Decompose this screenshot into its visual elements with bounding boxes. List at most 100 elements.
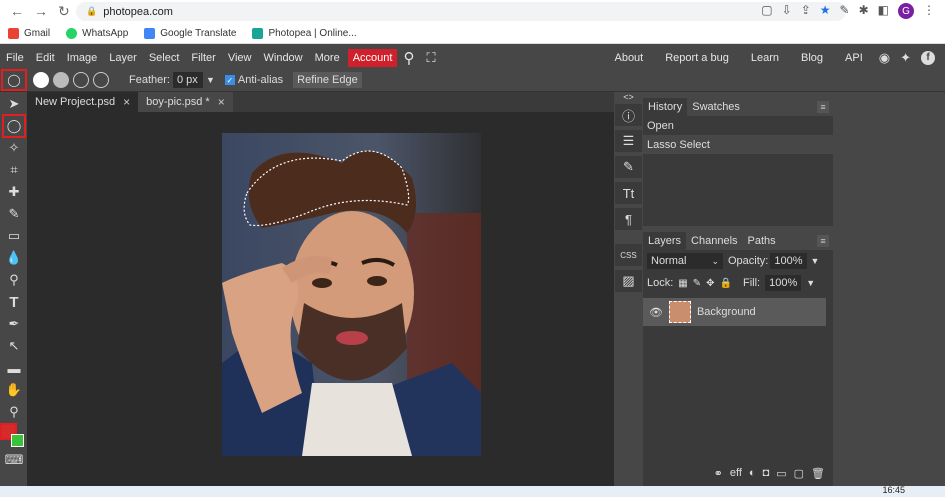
feather-dropdown-icon[interactable]: ▼ xyxy=(206,75,215,85)
lock-pixels-icon[interactable]: ✎ xyxy=(693,278,701,289)
account-button[interactable]: Account xyxy=(347,48,398,67)
menu-view[interactable]: View xyxy=(222,52,258,64)
learn-link[interactable]: Learn xyxy=(745,52,785,64)
fill-input[interactable]: 100% xyxy=(765,275,802,291)
antialias-checkbox[interactable]: ✓ xyxy=(224,75,235,85)
menu-filter[interactable]: Filter xyxy=(185,52,221,64)
zoom-tool-icon[interactable]: ⚲ xyxy=(4,402,24,422)
dodge-tool-icon[interactable]: ⚲ xyxy=(4,270,24,290)
sidebar-icon[interactable]: ◧ xyxy=(878,3,889,19)
profile-avatar[interactable]: G xyxy=(898,3,914,19)
extensions-icon[interactable]: ✱ xyxy=(859,3,869,19)
menu-select[interactable]: Select xyxy=(143,52,186,64)
save-page-icon[interactable]: ▢ xyxy=(761,3,772,19)
bookmark-whatsapp[interactable]: WhatsApp xyxy=(66,27,128,39)
reload-icon[interactable]: ↻ xyxy=(58,3,70,20)
adjustment-layer-icon[interactable]: ◐ xyxy=(749,467,756,480)
address-bar[interactable]: 🔒 photopea.com xyxy=(76,2,846,21)
adjustments-icon[interactable]: ☰ xyxy=(615,130,642,152)
tab-new-project[interactable]: New Project.psd × xyxy=(27,92,139,112)
color-swatches[interactable] xyxy=(0,423,24,447)
new-group-icon[interactable]: ▭ xyxy=(776,467,786,480)
history-item[interactable]: Open xyxy=(643,116,833,135)
tab-channels[interactable]: Channels xyxy=(686,232,742,250)
about-link[interactable]: About xyxy=(608,52,649,64)
selection-subtract-icon[interactable] xyxy=(73,72,89,88)
menu-window[interactable]: Window xyxy=(258,52,309,64)
image-panel-icon[interactable]: ▨ xyxy=(615,270,642,292)
forward-icon[interactable]: → xyxy=(34,3,48,20)
tab-history[interactable]: History xyxy=(643,98,688,116)
bookmark-photopea[interactable]: Photopea | Online... xyxy=(252,27,357,39)
share-icon[interactable]: ⇪ xyxy=(801,3,811,19)
css-icon[interactable]: CSS xyxy=(615,244,642,266)
shape-tool-icon[interactable]: ▬ xyxy=(4,358,24,378)
link-layers-icon[interactable]: ⚭ xyxy=(714,467,723,480)
type-tool-icon[interactable]: T xyxy=(4,292,24,312)
eyedropper-icon[interactable]: ✎ xyxy=(840,3,850,19)
bookmark-gmail[interactable]: Gmail xyxy=(8,27,50,39)
back-icon[interactable]: ← xyxy=(10,3,24,20)
selection-intersect-icon[interactable] xyxy=(93,72,109,88)
background-color[interactable] xyxy=(11,434,24,447)
hand-tool-icon[interactable]: ✋ xyxy=(4,380,24,400)
paragraph-icon[interactable]: ¶ xyxy=(615,208,642,230)
browser-menu-icon[interactable]: ⋮ xyxy=(923,3,935,19)
path-select-icon[interactable]: ↖ xyxy=(4,336,24,356)
menu-image[interactable]: Image xyxy=(61,52,104,64)
keyboard-icon[interactable]: ⌨ xyxy=(4,450,24,470)
tab-boy-pic[interactable]: boy-pic.psd * × xyxy=(138,92,233,112)
reddit-icon[interactable]: ◉ xyxy=(879,50,890,66)
fill-dropdown-icon[interactable]: ▼ xyxy=(806,278,815,288)
opacity-input[interactable]: 100% xyxy=(770,253,807,269)
opacity-dropdown-icon[interactable]: ▼ xyxy=(811,256,820,266)
crop-tool-icon[interactable]: ⌗ xyxy=(4,160,24,180)
delete-layer-icon[interactable]: 🗑 xyxy=(811,467,825,480)
lasso-tool-icon[interactable]: ◯ xyxy=(2,114,26,138)
panel-menu-icon[interactable]: ≡ xyxy=(817,235,829,247)
blog-link[interactable]: Blog xyxy=(795,52,829,64)
layer-row[interactable]: 👁 Background xyxy=(643,298,826,326)
menu-more[interactable]: More xyxy=(309,52,346,64)
feather-input[interactable]: 0 px xyxy=(172,72,203,88)
refine-edge-button[interactable]: Refine Edge xyxy=(293,72,362,88)
lock-all-icon[interactable]: 🔒 xyxy=(720,278,732,289)
fullscreen-icon[interactable]: ⛶ xyxy=(420,50,441,66)
bookmark-google-translate[interactable]: Google Translate xyxy=(144,27,236,39)
close-icon[interactable]: × xyxy=(218,95,225,109)
api-link[interactable]: API xyxy=(839,52,869,64)
lasso-preset-icon[interactable]: ◯ xyxy=(1,69,27,91)
blur-tool-icon[interactable]: 💧 xyxy=(4,248,24,268)
character-icon[interactable]: Tt xyxy=(615,182,642,204)
blend-mode-select[interactable]: Normal ⌄ xyxy=(647,253,723,269)
bookmark-star-icon[interactable]: ★ xyxy=(820,3,831,19)
history-item[interactable]: Lasso Select xyxy=(643,135,833,154)
info-icon[interactable]: ⓘ xyxy=(615,104,642,126)
magic-wand-icon[interactable]: ✧ xyxy=(4,138,24,158)
download-icon[interactable]: ⇩ xyxy=(782,3,792,19)
tab-paths[interactable]: Paths xyxy=(743,232,781,250)
menu-edit[interactable]: Edit xyxy=(30,52,61,64)
menu-layer[interactable]: Layer xyxy=(103,52,143,64)
new-layer-icon[interactable]: ▢ xyxy=(794,467,804,480)
brush-settings-icon[interactable]: ✎ xyxy=(615,156,642,178)
tab-layers[interactable]: Layers xyxy=(643,232,687,250)
twitter-icon[interactable]: ✦ xyxy=(900,50,911,66)
close-icon[interactable]: × xyxy=(123,95,130,109)
collapse-toggle-icon[interactable]: <> xyxy=(614,92,643,102)
document-image[interactable] xyxy=(222,133,481,456)
facebook-icon[interactable]: f xyxy=(921,50,935,65)
report-bug-link[interactable]: Report a bug xyxy=(659,52,735,64)
menu-file[interactable]: File xyxy=(0,52,30,64)
selection-add-icon[interactable] xyxy=(53,72,69,88)
lock-transparency-icon[interactable]: ▦ xyxy=(678,278,687,289)
tab-swatches[interactable]: Swatches xyxy=(687,98,745,116)
gradient-tool-icon[interactable]: ▭ xyxy=(4,226,24,246)
selection-new-icon[interactable] xyxy=(33,72,49,88)
layer-name[interactable]: Background xyxy=(697,306,756,318)
search-icon[interactable]: ⚲ xyxy=(397,49,420,67)
canvas-area[interactable] xyxy=(27,112,614,486)
lock-position-icon[interactable]: ✥ xyxy=(706,278,714,289)
layer-effects-icon[interactable]: eff xyxy=(730,467,742,480)
visibility-eye-icon[interactable]: 👁 xyxy=(649,306,663,319)
